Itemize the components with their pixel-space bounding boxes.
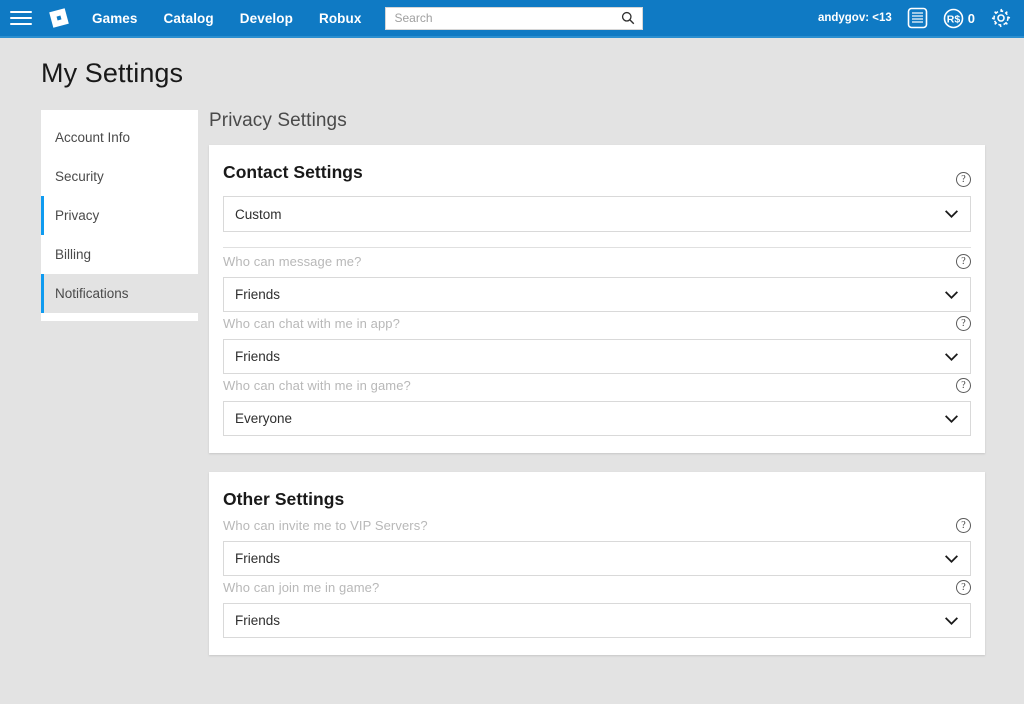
setting-select-vip-servers[interactable]: Friends: [223, 541, 971, 576]
chevron-down-icon: [945, 616, 958, 625]
setting-label: Who can chat with me in game?: [223, 377, 411, 393]
chevron-down-icon: [945, 210, 958, 218]
card-divider: [223, 247, 971, 248]
search-box[interactable]: [385, 6, 644, 30]
chevron-down-icon: [945, 554, 958, 563]
setting-row-message-me: Who can message me? ? Friends: [223, 250, 971, 312]
roblox-logo-icon[interactable]: [46, 5, 72, 31]
contact-settings-header: Contact Settings ?: [223, 162, 971, 196]
setting-select-message-me[interactable]: Friends: [223, 277, 971, 312]
top-navigation-bar: Games Catalog Develop Robux andygov: <13: [0, 0, 1024, 38]
page-body: My Settings Account Info Security Privac…: [0, 36, 1024, 674]
contact-settings-preset-select[interactable]: Custom: [223, 196, 971, 232]
help-circle-icon[interactable]: ?: [956, 315, 971, 331]
sidebar-item-label: Billing: [55, 247, 92, 262]
robux-count-label: 0: [967, 10, 975, 26]
sidebar-item-account-info[interactable]: Account Info: [41, 118, 198, 157]
card-title: Contact Settings: [223, 162, 363, 182]
setting-row-chat-in-app: Who can chat with me in app? ? Friends: [223, 312, 971, 374]
setting-row-header: Who can invite me to VIP Servers? ?: [223, 514, 971, 536]
svg-text:R$: R$: [947, 13, 961, 25]
nav-link-catalog[interactable]: Catalog: [164, 11, 214, 26]
help-circle-icon[interactable]: ?: [956, 579, 971, 595]
help-circle-icon[interactable]: ?: [956, 377, 971, 393]
sidebar-item-notifications[interactable]: Notifications: [41, 274, 198, 313]
setting-row-chat-in-game: Who can chat with me in game? ? Everyone: [223, 374, 971, 436]
select-value: Friends: [235, 349, 281, 364]
setting-select-join-in-game[interactable]: Friends: [223, 603, 971, 638]
nav-link-develop[interactable]: Develop: [240, 11, 293, 26]
settings-sidebar: Account Info Security Privacy Billing No…: [41, 110, 198, 321]
gear-icon[interactable]: [990, 7, 1012, 29]
contact-settings-card: Contact Settings ? Custom Who can messag…: [209, 145, 985, 453]
help-circle-icon[interactable]: ?: [956, 171, 971, 187]
content-title: Privacy Settings: [209, 110, 347, 131]
primary-nav-links: Games Catalog Develop Robux: [92, 11, 361, 26]
messages-icon[interactable]: [907, 7, 928, 29]
chevron-down-icon: [945, 290, 958, 299]
sidebar-item-security[interactable]: Security: [41, 157, 198, 196]
setting-row-vip-servers: Who can invite me to VIP Servers? ? Frie…: [223, 514, 971, 576]
setting-select-chat-in-game[interactable]: Everyone: [223, 401, 971, 436]
roblox-logo-svg: [49, 8, 69, 28]
sidebar-item-billing[interactable]: Billing: [41, 235, 198, 274]
nav-link-games[interactable]: Games: [92, 11, 138, 26]
card-title: Other Settings: [223, 489, 345, 509]
setting-row-join-in-game: Who can join me in game? ? Friends: [223, 576, 971, 638]
setting-row-header: Who can message me? ?: [223, 250, 971, 272]
setting-label: Who can message me?: [223, 253, 362, 269]
sidebar-item-label: Privacy: [55, 208, 100, 223]
help-circle-icon[interactable]: ?: [956, 517, 971, 533]
other-settings-card: Other Settings Who can invite me to VIP …: [209, 472, 985, 655]
select-value: Custom: [235, 206, 282, 222]
sidebar-item-privacy[interactable]: Privacy: [41, 196, 198, 235]
sidebar-item-label: Notifications: [55, 286, 129, 301]
sidebar-item-label: Account Info: [55, 130, 131, 145]
setting-label: Who can join me in game?: [223, 579, 380, 595]
robux-balance[interactable]: R$ 0: [943, 8, 975, 29]
hamburger-bar: [10, 11, 32, 13]
username-label[interactable]: andygov: <13: [818, 12, 892, 24]
setting-label: Who can chat with me in app?: [223, 315, 400, 331]
messages-icon-svg: [907, 7, 928, 29]
setting-row-header: Who can join me in game? ?: [223, 576, 971, 598]
hamburger-bar: [10, 17, 32, 19]
page-title: My Settings: [41, 58, 184, 88]
setting-row-header: Who can chat with me in app? ?: [223, 312, 971, 334]
nav-link-robux[interactable]: Robux: [319, 11, 362, 26]
search-icon[interactable]: [621, 11, 635, 25]
search-input[interactable]: [386, 7, 643, 29]
select-value: Friends: [235, 613, 281, 628]
page-layout: Account Info Security Privacy Billing No…: [0, 89, 1024, 674]
help-circle-icon[interactable]: ?: [956, 253, 971, 269]
sidebar-item-label: Security: [55, 169, 104, 184]
hamburger-bar: [10, 23, 32, 25]
select-value: Friends: [235, 551, 281, 566]
setting-label: Who can invite me to VIP Servers?: [223, 517, 428, 533]
navbar-right-group: andygov: <13 R$ 0: [818, 7, 1012, 29]
settings-content: Privacy Settings Contact Settings ? Cust…: [198, 110, 1024, 674]
select-value: Everyone: [235, 411, 293, 426]
gear-icon-svg: [991, 8, 1011, 28]
hamburger-icon[interactable]: [10, 9, 32, 27]
setting-select-chat-in-app[interactable]: Friends: [223, 339, 971, 374]
setting-row-header: Who can chat with me in game? ?: [223, 374, 971, 396]
chevron-down-icon: [945, 352, 958, 361]
select-value: Friends: [235, 287, 281, 302]
robux-icon: R$: [943, 8, 964, 28]
chevron-down-icon: [945, 414, 958, 423]
